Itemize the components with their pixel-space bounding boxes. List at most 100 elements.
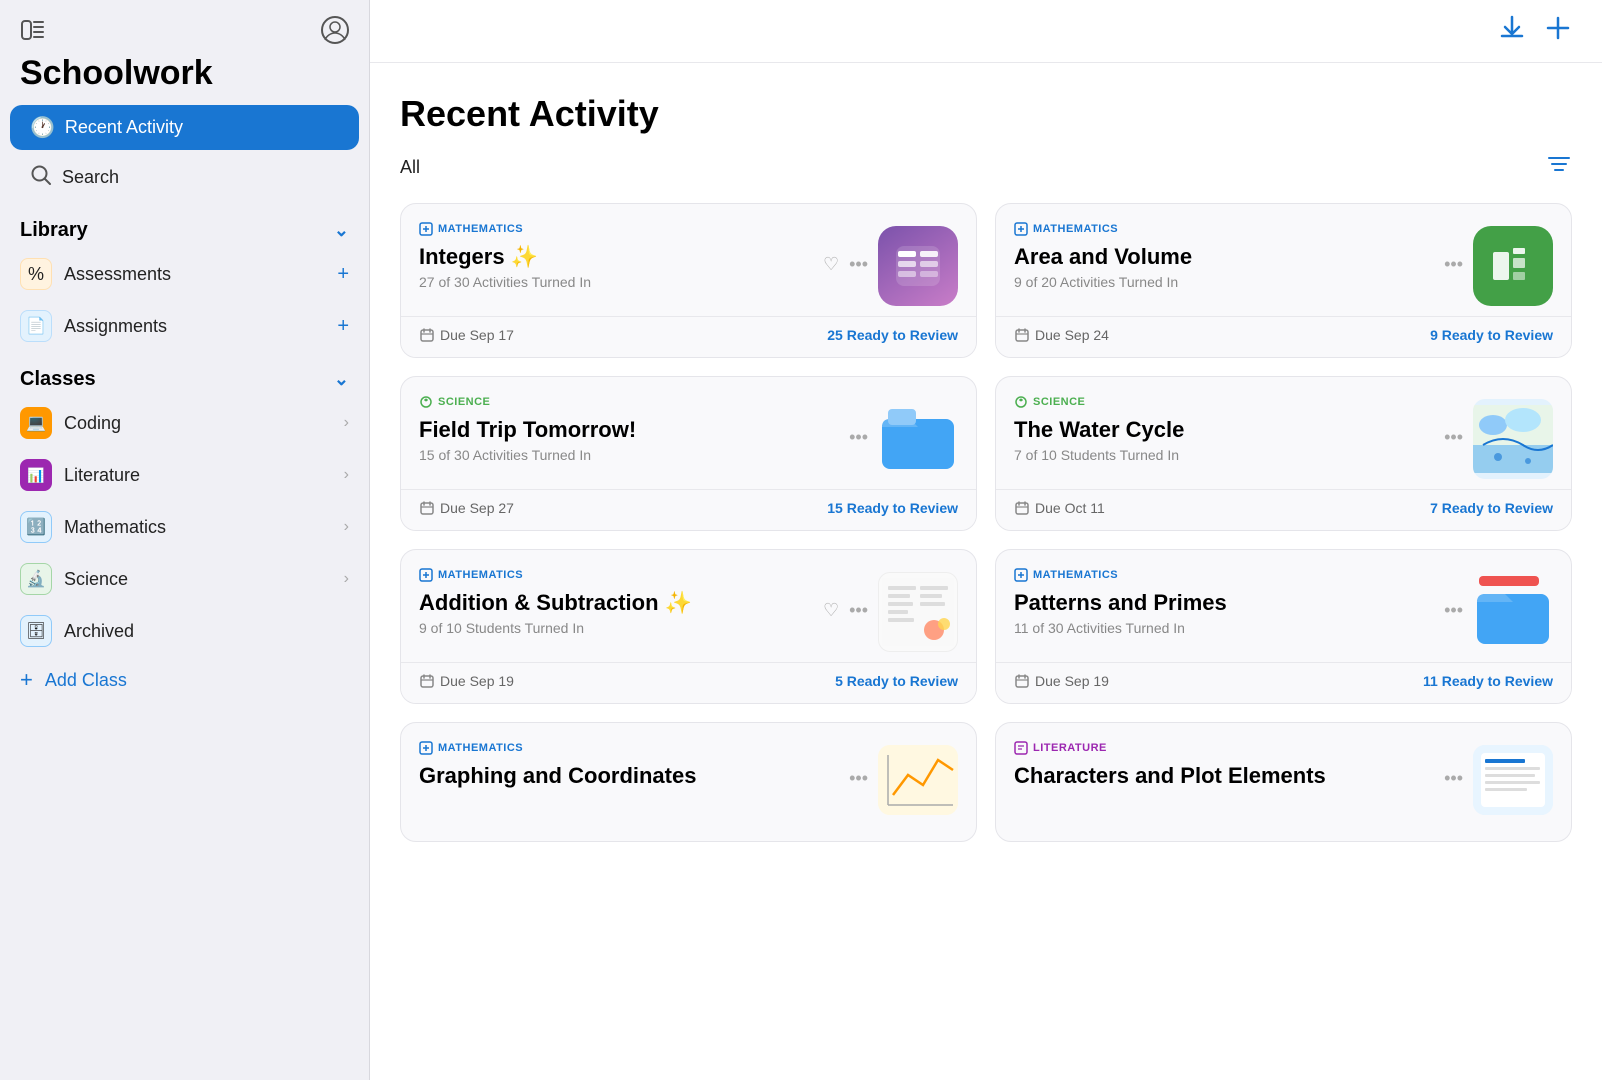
classes-label: Classes: [20, 368, 96, 391]
card-graphing-coordinates-actions: •••: [849, 741, 958, 815]
card-characters-plot-thumbnail: [1473, 745, 1553, 815]
card-characters-plot-subject: LITERATURE: [1014, 741, 1444, 755]
mathematics-label: Mathematics: [64, 517, 166, 538]
sidebar-item-search[interactable]: Search: [10, 154, 359, 201]
card-graphing-coordinates: MATHEMATICS Graphing and Coordinates •••: [400, 722, 977, 842]
card-addition-subtraction-body: MATHEMATICS Addition & Subtraction ✨ 9 o…: [401, 550, 976, 662]
card-patterns-primes-footer: Due Sep 19 11 Ready to Review: [996, 662, 1571, 703]
classes-section-header: Classes ⌄: [0, 352, 369, 397]
toggle-sidebar-button[interactable]: [20, 17, 46, 43]
card-patterns-primes-info: MATHEMATICS Patterns and Primes 11 of 30…: [1014, 568, 1444, 636]
library-chevron-icon[interactable]: ⌄: [334, 220, 349, 241]
main-scrollable-content: Recent Activity All MATHEMATICS: [370, 63, 1602, 1080]
archived-icon: 🗄: [20, 615, 52, 647]
sidebar-item-literature[interactable]: 📊 Literature ›: [0, 449, 369, 501]
profile-button[interactable]: [321, 16, 349, 44]
card-patterns-primes-body: MATHEMATICS Patterns and Primes 11 of 30…: [996, 550, 1571, 662]
card-integers-more-button[interactable]: •••: [849, 254, 868, 275]
recent-activity-label: Recent Activity: [65, 117, 183, 138]
card-water-cycle-review[interactable]: 7 Ready to Review: [1430, 500, 1553, 516]
card-graphing-coordinates-body: MATHEMATICS Graphing and Coordinates •••: [401, 723, 976, 841]
card-patterns-primes-actions: •••: [1444, 568, 1553, 652]
card-addition-subtraction-more-button[interactable]: •••: [849, 600, 868, 621]
card-water-cycle-info: SCIENCE The Water Cycle 7 of 10 Students…: [1014, 395, 1444, 463]
card-addition-subtraction-actions: ♡ •••: [823, 568, 958, 652]
main-top-bar: [370, 0, 1602, 63]
card-addition-subtraction-review[interactable]: 5 Ready to Review: [835, 673, 958, 689]
sidebar-item-science[interactable]: 🔬 Science ›: [0, 553, 369, 605]
archived-label: Archived: [64, 621, 134, 642]
card-characters-plot-info: LITERATURE Characters and Plot Elements: [1014, 741, 1444, 793]
card-area-volume-review[interactable]: 9 Ready to Review: [1430, 327, 1553, 343]
card-characters-plot-more-button[interactable]: •••: [1444, 768, 1463, 789]
search-icon: [30, 164, 52, 191]
card-graphing-coordinates-more-button[interactable]: •••: [849, 768, 868, 789]
card-water-cycle-subject: SCIENCE: [1014, 395, 1444, 409]
sidebar: Schoolwork 🕐 Recent Activity Search Libr…: [0, 0, 370, 1080]
cards-grid: MATHEMATICS Integers ✨ 27 of 30 Activiti…: [400, 203, 1572, 842]
card-field-trip-subject: SCIENCE: [419, 395, 849, 409]
assessments-label: Assessments: [64, 264, 171, 285]
card-integers: MATHEMATICS Integers ✨ 27 of 30 Activiti…: [400, 203, 977, 358]
classes-chevron-icon[interactable]: ⌄: [334, 369, 349, 390]
assessments-icon: %: [20, 258, 52, 290]
card-field-trip-more-button[interactable]: •••: [849, 427, 868, 448]
card-area-volume-subtitle: 9 of 20 Activities Turned In: [1014, 274, 1444, 290]
card-water-cycle-actions: •••: [1444, 395, 1553, 479]
add-class-button[interactable]: + Add Class: [0, 657, 369, 703]
sidebar-item-mathematics[interactable]: 🔢 Mathematics ›: [0, 501, 369, 553]
add-button[interactable]: [1544, 14, 1572, 48]
card-field-trip-title: Field Trip Tomorrow!: [419, 417, 849, 443]
filter-button[interactable]: [1546, 151, 1572, 183]
card-field-trip-info: SCIENCE Field Trip Tomorrow! 15 of 30 Ac…: [419, 395, 849, 463]
card-integers-info: MATHEMATICS Integers ✨ 27 of 30 Activiti…: [419, 222, 823, 290]
card-field-trip-body: SCIENCE Field Trip Tomorrow! 15 of 30 Ac…: [401, 377, 976, 489]
card-integers-heart-button[interactable]: ♡: [823, 254, 839, 275]
card-patterns-primes-review[interactable]: 11 Ready to Review: [1423, 673, 1553, 689]
sidebar-item-coding[interactable]: 💻 Coding ›: [0, 397, 369, 449]
card-addition-subtraction-heart-button[interactable]: ♡: [823, 600, 839, 621]
card-integers-review[interactable]: 25 Ready to Review: [827, 327, 958, 343]
add-class-label: Add Class: [45, 670, 127, 691]
card-integers-title: Integers ✨: [419, 244, 823, 270]
sidebar-item-recent-activity[interactable]: 🕐 Recent Activity: [10, 105, 359, 150]
card-integers-subtitle: 27 of 30 Activities Turned In: [419, 274, 823, 290]
science-label: Science: [64, 569, 128, 590]
sidebar-item-assignments[interactable]: 📄 Assignments +: [0, 300, 369, 352]
card-characters-plot-actions: •••: [1444, 741, 1553, 815]
sidebar-item-assessments[interactable]: % Assessments +: [0, 248, 369, 300]
card-characters-plot: LITERATURE Characters and Plot Elements …: [995, 722, 1572, 842]
card-integers-due: Due Sep 17: [419, 327, 514, 343]
card-water-cycle-subtitle: 7 of 10 Students Turned In: [1014, 447, 1444, 463]
coding-chevron-icon: ›: [344, 414, 349, 432]
card-addition-subtraction-thumbnail: [878, 572, 958, 652]
literature-icon: 📊: [20, 459, 52, 491]
card-patterns-primes-thumbnail: [1473, 572, 1553, 652]
card-integers-actions: ♡ •••: [823, 222, 958, 306]
card-water-cycle: SCIENCE The Water Cycle 7 of 10 Students…: [995, 376, 1572, 531]
assignments-label: Assignments: [64, 316, 167, 337]
card-integers-footer: Due Sep 17 25 Ready to Review: [401, 316, 976, 357]
filter-bar: All: [400, 151, 1572, 183]
assignments-add-button[interactable]: +: [337, 315, 349, 338]
download-button[interactable]: [1498, 14, 1526, 48]
card-addition-subtraction-subtitle: 9 of 10 Students Turned In: [419, 620, 823, 636]
card-addition-subtraction-footer: Due Sep 19 5 Ready to Review: [401, 662, 976, 703]
card-addition-subtraction-due: Due Sep 19: [419, 673, 514, 689]
card-water-cycle-title: The Water Cycle: [1014, 417, 1444, 443]
sidebar-item-archived[interactable]: 🗄 Archived: [0, 605, 369, 657]
card-water-cycle-footer: Due Oct 11 7 Ready to Review: [996, 489, 1571, 530]
card-patterns-primes-more-button[interactable]: •••: [1444, 600, 1463, 621]
card-field-trip-review[interactable]: 15 Ready to Review: [827, 500, 958, 516]
mathematics-chevron-icon: ›: [344, 518, 349, 536]
card-area-volume-title: Area and Volume: [1014, 244, 1444, 270]
card-field-trip: SCIENCE Field Trip Tomorrow! 15 of 30 Ac…: [400, 376, 977, 531]
card-area-volume-footer: Due Sep 24 9 Ready to Review: [996, 316, 1571, 357]
card-area-volume-body: MATHEMATICS Area and Volume 9 of 20 Acti…: [996, 204, 1571, 316]
mathematics-icon: 🔢: [20, 511, 52, 543]
card-water-cycle-more-button[interactable]: •••: [1444, 427, 1463, 448]
card-area-volume-more-button[interactable]: •••: [1444, 254, 1463, 275]
card-integers-thumbnail: [878, 226, 958, 306]
assessments-add-button[interactable]: +: [337, 263, 349, 286]
sidebar-top-bar: [0, 0, 369, 54]
